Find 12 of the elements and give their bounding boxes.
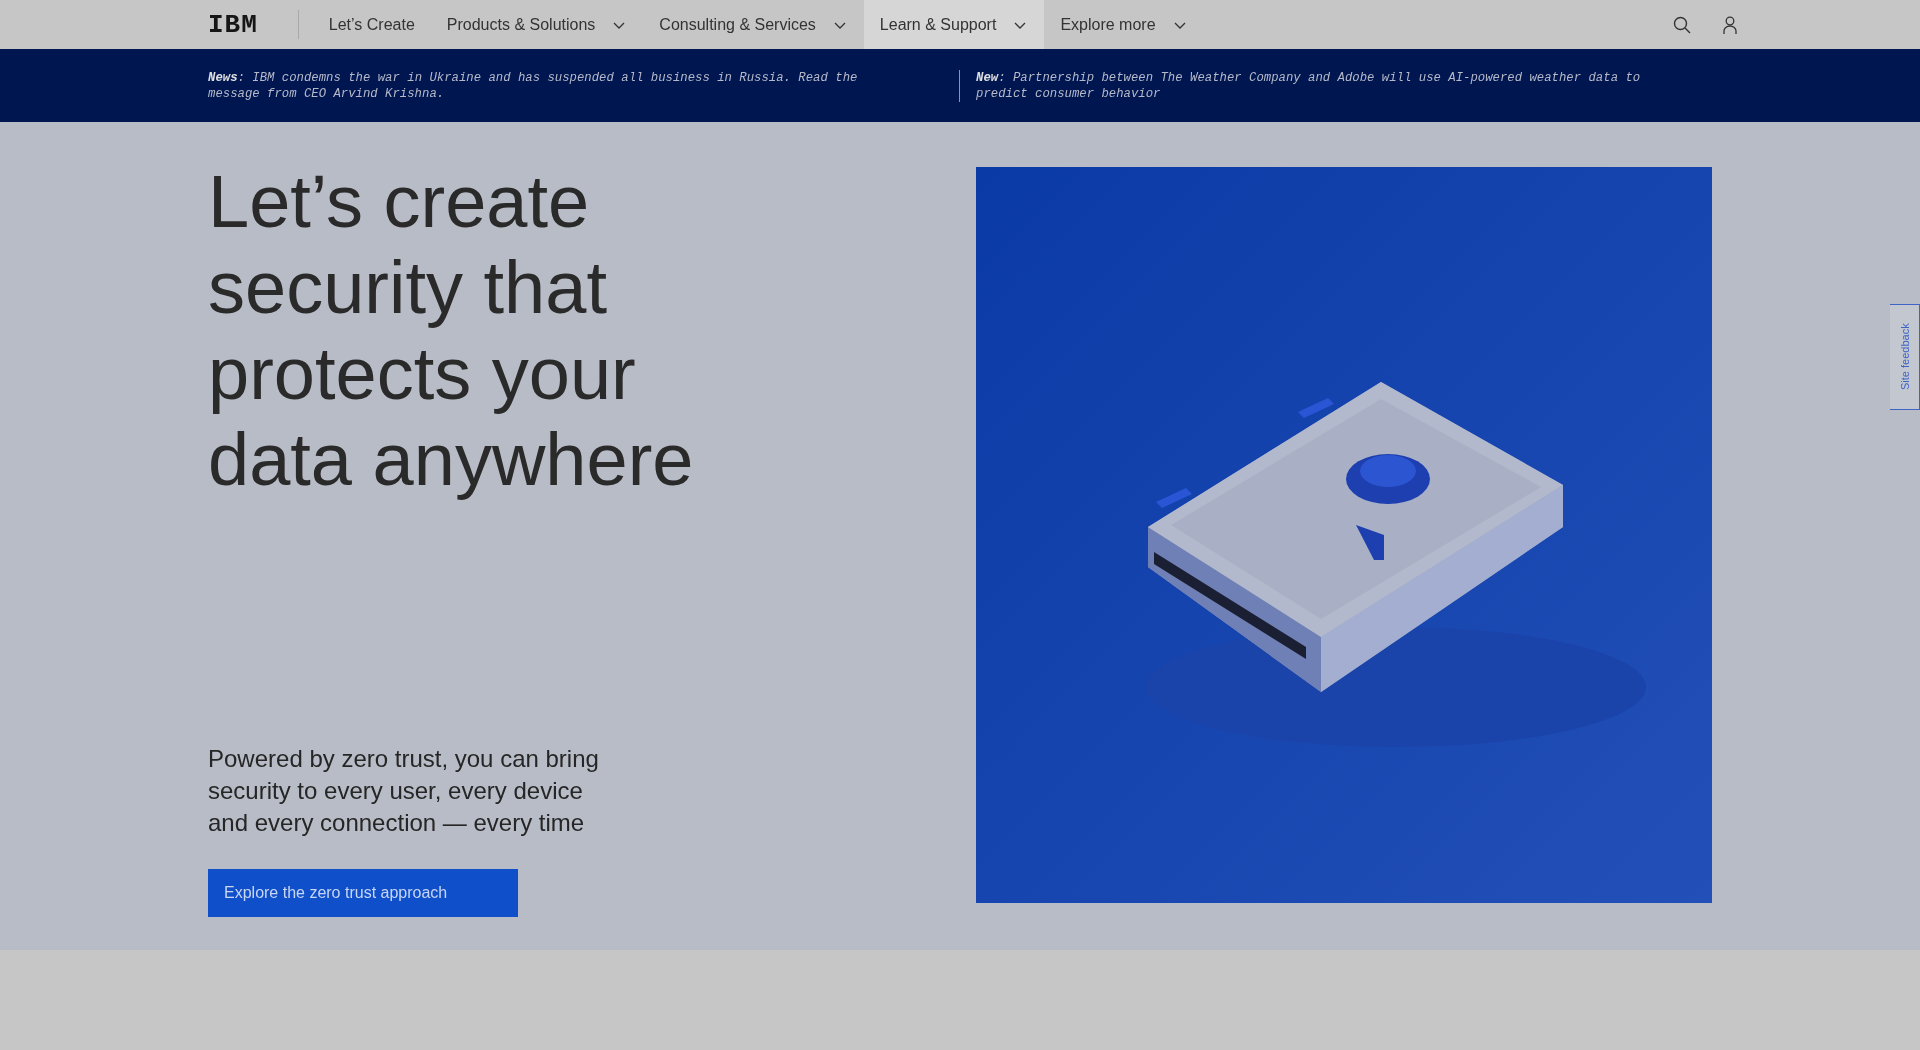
- cta-button[interactable]: Explore the zero trust approach: [208, 869, 518, 917]
- nav-item[interactable]: Let’s Create: [312, 0, 431, 49]
- hero-title: Let’s create security that protects your data anywhere: [208, 159, 695, 503]
- search-icon[interactable]: [1672, 14, 1692, 35]
- user-icon[interactable]: [1720, 14, 1740, 35]
- news-link[interactable]: News: IBM condemns the war in Ukraine and has suspended all business in Russia. Read the message from CEO Arvind Krishna.: [208, 69, 959, 102]
- news-link[interactable]: New: Partnership between The Weather Company and Adobe will use AI-powered weather data to predict consumer behavior: [959, 69, 1720, 102]
- hero-subtitle: Powered by zero trust, you can bring security to every user, every device and every connection — every time: [208, 744, 600, 838]
- nav-item[interactable]: Products & Solutions: [430, 0, 644, 49]
- nav-item[interactable]: Learn & Support: [863, 0, 1045, 49]
- nav-item[interactable]: Explore more: [1044, 0, 1204, 49]
- nav-item[interactable]: Consulting & Services: [643, 0, 864, 49]
